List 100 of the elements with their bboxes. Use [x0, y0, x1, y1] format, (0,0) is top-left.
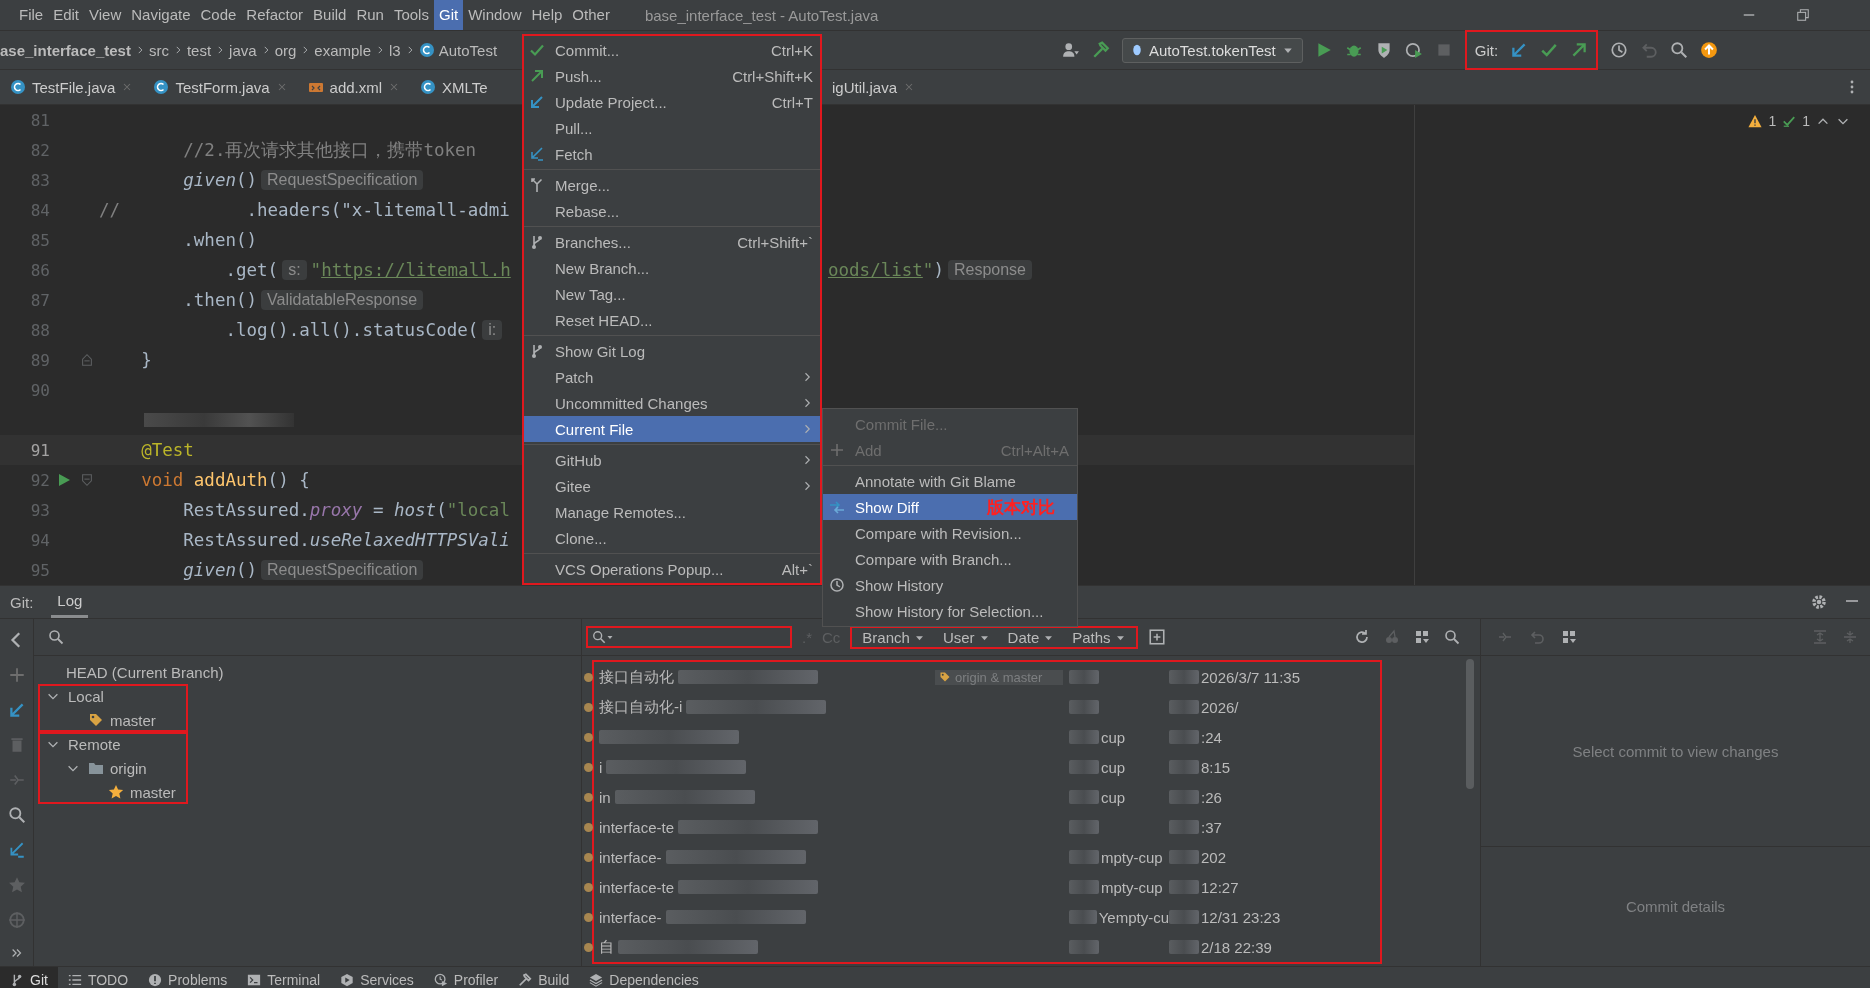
commit-message[interactable]: interface-: [599, 848, 662, 866]
scrollbar[interactable]: [1466, 659, 1474, 789]
commit-message[interactable]: interface-: [599, 908, 662, 926]
commit-message[interactable]: 自: [599, 937, 614, 957]
menu-bar-item[interactable]: Tools: [388, 0, 434, 30]
user-icon[interactable]: [1062, 41, 1080, 59]
undo-icon[interactable]: [1529, 629, 1545, 645]
star-icon[interactable]: [7, 876, 26, 894]
profile-icon[interactable]: [1404, 41, 1423, 59]
menu-bar-item[interactable]: Build: [308, 0, 352, 30]
breadcrumb-item[interactable]: example: [314, 41, 372, 59]
branch-node[interactable]: Remote: [38, 732, 188, 756]
branch-node[interactable]: HEAD (Current Branch): [34, 660, 581, 684]
menu-item[interactable]: Fetch: [523, 141, 821, 167]
cherry-icon[interactable]: [1384, 629, 1400, 645]
breadcrumb-item[interactable]: ase_interface_test: [0, 41, 131, 59]
run-icon[interactable]: [56, 472, 72, 488]
hammer-icon[interactable]: [1092, 41, 1110, 59]
plus-icon[interactable]: [7, 666, 26, 684]
search-icon[interactable]: [1670, 41, 1689, 59]
clock-icon[interactable]: [1610, 41, 1629, 59]
warning-count[interactable]: 1: [1768, 113, 1777, 129]
breadcrumb-item[interactable]: test: [186, 41, 212, 59]
menu-item[interactable]: Commit... Ctrl+K: [523, 37, 821, 63]
new-tab-icon[interactable]: [1147, 628, 1166, 646]
arrow-icon[interactable]: [7, 701, 26, 719]
undo-icon[interactable]: [1640, 41, 1659, 59]
menu-item[interactable]: Compare with Branch...: [823, 546, 1077, 572]
arrow-icon[interactable]: [1570, 41, 1589, 59]
menu-item[interactable]: Patch: [523, 364, 821, 390]
commit-message[interactable]: 接口自动化-i: [599, 697, 683, 717]
breadcrumb-item[interactable]: AutoTest: [438, 41, 498, 59]
grid-icon[interactable]: [1561, 629, 1577, 645]
menu-bar-item[interactable]: Refactor: [241, 0, 309, 30]
breadcrumb-item[interactable]: java: [229, 41, 257, 59]
search-icon[interactable]: [1444, 629, 1460, 645]
menu-item[interactable]: GitHub: [523, 447, 821, 473]
expand-icon[interactable]: [1812, 629, 1828, 645]
tool-window-button[interactable]: Git: [0, 967, 58, 988]
menu-item[interactable]: Show History: [823, 572, 1077, 598]
menu-bar-item[interactable]: Help: [526, 0, 568, 30]
target-icon[interactable]: [7, 911, 26, 929]
editor-tab[interactable]: add.xml: [297, 70, 411, 104]
breadcrumb-item[interactable]: src: [148, 41, 169, 59]
commit-message[interactable]: interface-te: [599, 818, 675, 836]
commit-message[interactable]: in: [599, 788, 611, 806]
breadcrumb-item[interactable]: l3: [389, 41, 401, 59]
menu-item[interactable]: Manage Remotes...: [523, 499, 821, 525]
run-config-dropdown[interactable]: AutoTest.tokenTest: [1122, 37, 1303, 63]
fold-icon[interactable]: [80, 473, 94, 487]
tool-window-button[interactable]: Services: [330, 967, 424, 988]
tool-window-button[interactable]: Problems: [138, 967, 238, 988]
menu-item[interactable]: Annotate with Git Blame: [823, 468, 1077, 494]
menu-item[interactable]: Clone...: [523, 525, 821, 551]
branch-node[interactable]: master: [38, 708, 188, 732]
filter-dropdown[interactable]: Paths: [1066, 628, 1132, 646]
editor-tab[interactable]: TestFile.java: [0, 70, 144, 104]
menu-item[interactable]: New Tag...: [523, 281, 821, 307]
menu-item[interactable]: Pull...: [523, 115, 821, 141]
menu-item[interactable]: Gitee: [523, 473, 821, 499]
menu-item[interactable]: Current File: [523, 416, 821, 442]
fold-icon[interactable]: [80, 353, 94, 367]
filter-dropdown[interactable]: Date: [1001, 628, 1061, 646]
grid-icon[interactable]: [1414, 629, 1430, 645]
editor-tab[interactable]: TestForm.java: [143, 70, 298, 104]
collapse-icon[interactable]: [1842, 629, 1858, 645]
refresh-icon[interactable]: [1354, 629, 1370, 645]
branch-node[interactable]: Local: [38, 684, 188, 708]
tool-window-button[interactable]: Dependencies: [579, 967, 709, 988]
menu-item[interactable]: New Branch...: [523, 255, 821, 281]
menu-item[interactable]: Show History for Selection...: [823, 598, 1077, 624]
commit-message[interactable]: i: [599, 758, 603, 776]
search-icon[interactable]: [48, 629, 64, 645]
restore-icon[interactable]: [1796, 8, 1810, 22]
commit-message[interactable]: 接口自动化: [599, 667, 674, 687]
branch-node[interactable]: origin: [38, 756, 188, 780]
weak-warning-count[interactable]: 1: [1802, 113, 1810, 129]
menu-bar-item[interactable]: View: [84, 0, 127, 30]
menu-item[interactable]: Reset HEAD...: [523, 307, 821, 333]
menu-item[interactable]: Push... Ctrl+Shift+K: [523, 63, 821, 89]
menu-bar-item[interactable]: File: [14, 0, 49, 30]
menu-bar-item[interactable]: Edit: [48, 0, 85, 30]
menu-item[interactable]: VCS Operations Popup... Alt+`: [523, 556, 821, 582]
menu-item[interactable]: Branches... Ctrl+Shift+`: [523, 229, 821, 255]
search-icon[interactable]: [7, 806, 26, 824]
arrow-icon[interactable]: [7, 841, 26, 859]
menu-item[interactable]: Rebase...: [523, 198, 821, 224]
editor-tab[interactable]: igUtil.java: [822, 70, 926, 104]
check-icon[interactable]: [1540, 41, 1559, 59]
menu-bar-item[interactable]: Navigate: [126, 0, 196, 30]
breadcrumb-item[interactable]: org: [274, 41, 297, 59]
menu-item[interactable]: Show Git Log: [523, 338, 821, 364]
menu-bar-item[interactable]: Window: [463, 0, 527, 30]
menu-item[interactable]: Update Project... Ctrl+T: [523, 89, 821, 115]
settings-icon[interactable]: [1810, 593, 1828, 611]
filter-dropdown[interactable]: Branch: [856, 628, 931, 646]
menu-bar-item[interactable]: Other: [567, 0, 615, 30]
menu-item[interactable]: Merge...: [523, 172, 821, 198]
menu-item[interactable]: Show Diff 版本对比: [823, 494, 1077, 520]
menu-bar-item[interactable]: Git: [433, 0, 464, 30]
